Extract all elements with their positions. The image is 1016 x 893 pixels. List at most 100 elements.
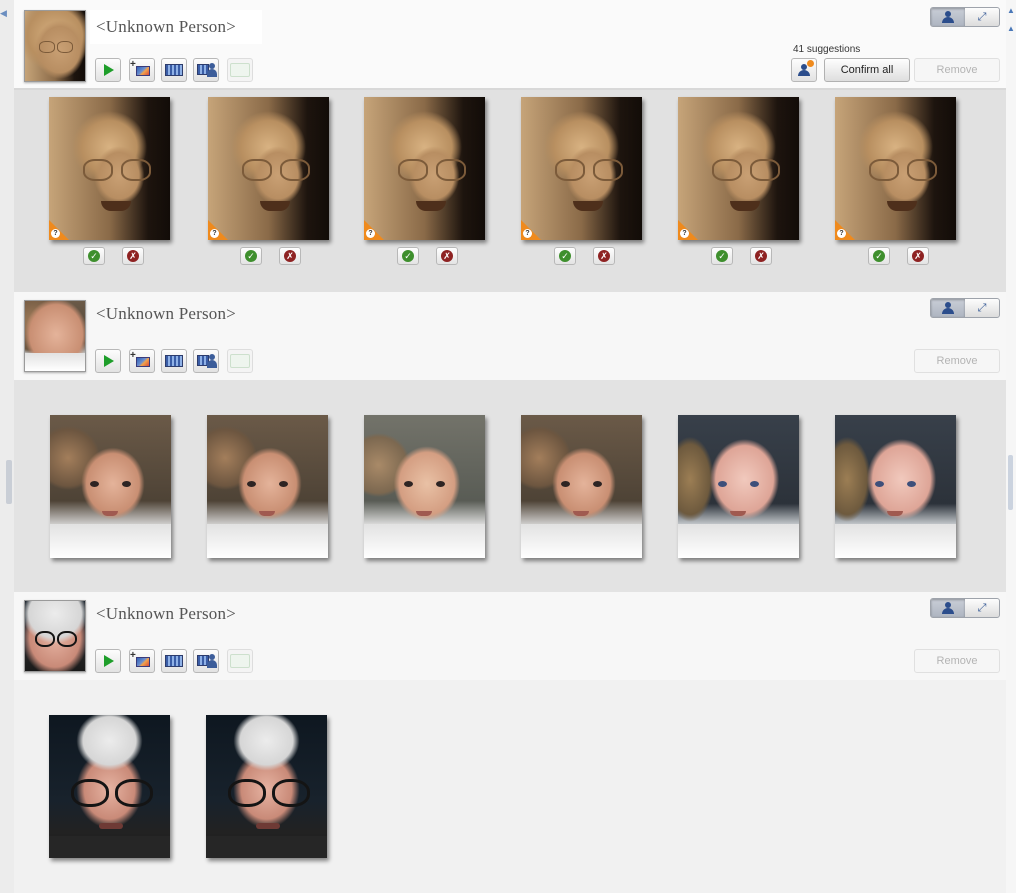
vertical-scrollbar[interactable]: ▲ ▲ [1005,0,1016,893]
expand-view-button[interactable]: ⤢ [965,599,999,617]
expand-view-button[interactable]: ⤢ [965,299,999,317]
scrollbar-thumb[interactable] [1008,455,1013,510]
add-to-album-icon: + [130,650,150,667]
suggested-face-photo[interactable]: ? [521,97,642,240]
confirm-face-button[interactable]: ✓ [240,247,262,265]
reject-face-button[interactable]: ✗ [122,247,144,265]
reject-face-button[interactable]: ✗ [593,247,615,265]
add-to-slideshow-icon [165,355,183,367]
check-icon: ✓ [88,250,100,262]
add-face-tag-icon [197,63,217,77]
person-view-button[interactable] [931,8,965,26]
add-to-slideshow-button[interactable] [161,58,187,82]
face-photo[interactable] [678,415,799,558]
question-icon: ? [366,229,375,238]
add-face-tag-button[interactable] [193,649,219,673]
suggestion-grid: ? ? ? ? ? ? ✓ ✗ ✓ ✗ ✓ ✗ ✓ ✗ ✓ ✗ ✓ ✗ [14,90,1006,292]
add-to-slideshow-icon [165,655,183,667]
add-to-slideshow-button[interactable] [161,649,187,673]
splitter-handle[interactable] [6,460,12,504]
add-person-icon [230,63,250,77]
face-photo[interactable] [207,415,328,558]
person-avatar[interactable] [24,600,86,672]
reject-face-button[interactable]: ✗ [907,247,929,265]
view-toggle[interactable]: ⤢ [930,598,1000,618]
scroll-up-icon[interactable]: ▲ [1007,6,1015,16]
check-icon: ✓ [402,250,414,262]
add-to-album-icon: + [130,59,150,76]
add-to-album-button[interactable]: + [129,58,155,82]
x-icon: ✗ [127,250,139,262]
face-photo[interactable] [206,715,327,858]
suggested-face-photo[interactable]: ? [364,97,485,240]
reject-face-button[interactable]: ✗ [279,247,301,265]
person-name[interactable]: <Unknown Person> [96,304,236,324]
face-photo[interactable] [364,415,485,558]
play-button[interactable] [95,649,121,673]
expand-view-button[interactable]: ⤢ [965,8,999,26]
add-person-button[interactable] [227,58,253,82]
add-to-slideshow-icon [165,64,183,76]
add-face-tag-button[interactable] [193,349,219,373]
suggested-face-photo[interactable]: ? [678,97,799,240]
face-photo[interactable] [835,415,956,558]
suggested-face-photo[interactable]: ? [208,97,329,240]
show-suggestions-button[interactable] [791,58,817,82]
scroll-left-icon[interactable]: ◀ [0,8,7,19]
person-name[interactable]: <Unknown Person> [96,17,236,37]
add-person-button[interactable] [227,349,253,373]
person-avatar[interactable] [24,300,86,372]
add-person-icon [230,354,250,368]
view-toggle[interactable]: ⤢ [930,298,1000,318]
face-photo[interactable] [50,415,171,558]
play-button[interactable] [95,58,121,82]
question-icon: ? [523,229,532,238]
confirm-face-button[interactable]: ✓ [554,247,576,265]
reject-face-button[interactable]: ✗ [436,247,458,265]
view-toggle[interactable]: ⤢ [930,7,1000,27]
check-icon: ✓ [716,250,728,262]
person-group-header: <Unknown Person> + ⤢ Remove [14,292,1006,380]
add-face-tag-button[interactable] [193,58,219,82]
person-avatar[interactable] [24,10,86,82]
remove-button[interactable]: Remove [914,649,1000,673]
add-person-icon [230,654,250,668]
person-view-button[interactable] [931,599,965,617]
expand-icon: ⤢ [977,10,987,23]
expand-icon: ⤢ [977,601,987,614]
confirm-all-button[interactable]: Confirm all [824,58,910,82]
check-icon: ✓ [873,250,885,262]
check-icon: ✓ [559,250,571,262]
play-icon [104,355,114,367]
confirm-face-button[interactable]: ✓ [711,247,733,265]
confirm-face-button[interactable]: ✓ [397,247,419,265]
remove-button[interactable]: Remove [914,58,1000,82]
play-button[interactable] [95,349,121,373]
face-photo[interactable] [49,715,170,858]
remove-button[interactable]: Remove [914,349,1000,373]
scroll-up-icon[interactable]: ▲ [1007,24,1015,34]
add-to-album-icon: + [130,350,150,367]
x-icon: ✗ [755,250,767,262]
person-view-button[interactable] [931,299,965,317]
add-to-album-button[interactable]: + [129,349,155,373]
x-icon: ✗ [441,250,453,262]
suggestion-count: 41 suggestions [793,44,861,55]
suggested-face-photo[interactable]: ? [835,97,956,240]
photo-grid [14,680,1006,893]
x-icon: ✗ [912,250,924,262]
add-to-slideshow-button[interactable] [161,349,187,373]
x-icon: ✗ [284,250,296,262]
add-person-button[interactable] [227,649,253,673]
question-icon: ? [210,229,219,238]
confirm-face-button[interactable]: ✓ [83,247,105,265]
check-icon: ✓ [245,250,257,262]
confirm-face-button[interactable]: ✓ [868,247,890,265]
suggestion-question-icon [798,60,814,76]
face-photo[interactable] [521,415,642,558]
add-to-album-button[interactable]: + [129,649,155,673]
person-name[interactable]: <Unknown Person> [96,604,236,624]
suggested-face-photo[interactable]: ? [49,97,170,240]
play-icon [104,64,114,76]
reject-face-button[interactable]: ✗ [750,247,772,265]
